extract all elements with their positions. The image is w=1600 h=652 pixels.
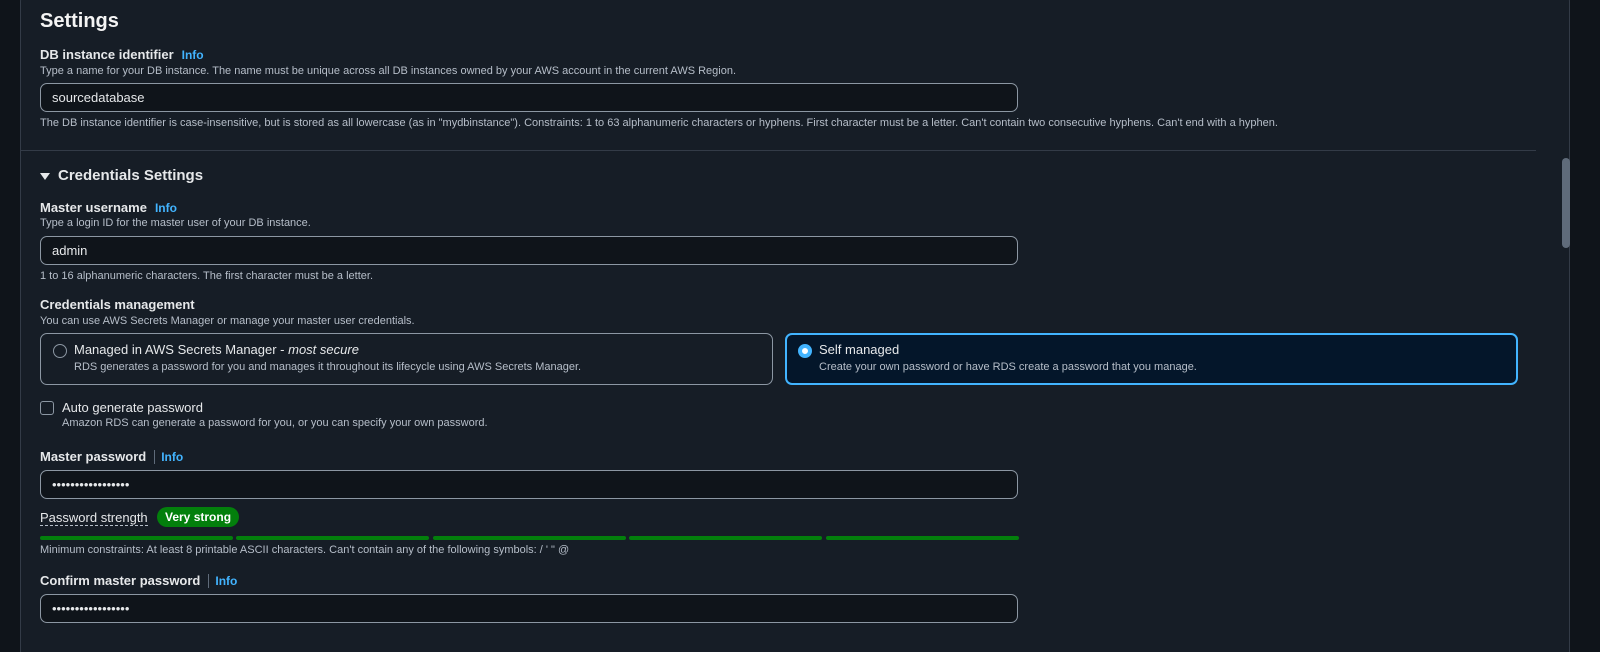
option-self-managed-description: Create your own password or have RDS cre…	[819, 361, 1197, 373]
master-username-constraint: 1 to 16 alphanumeric characters. The fir…	[40, 270, 374, 282]
auto-generate-label[interactable]: Auto generate password	[62, 400, 203, 415]
option-secrets-manager[interactable]: Managed in AWS Secrets Manager - most se…	[40, 333, 773, 385]
confirm-password-info-link[interactable]: Info	[215, 574, 237, 588]
option-secrets-manager-description: RDS generates a password for you and man…	[74, 361, 582, 373]
auto-generate-checkbox[interactable]	[40, 401, 54, 415]
db-instance-label: DB instance identifier	[40, 47, 174, 62]
radio-self-managed[interactable]	[798, 344, 812, 358]
option-self-managed[interactable]: Self managed Create your own password or…	[785, 333, 1518, 385]
credentials-management-label: Credentials management	[40, 297, 195, 312]
option-secrets-manager-title-text: Managed in AWS Secrets Manager -	[74, 342, 289, 357]
info-separator	[208, 573, 210, 588]
confirm-password-label: Confirm master password	[40, 573, 201, 588]
option-secrets-manager-emphasis: most secure	[288, 342, 359, 357]
settings-heading: Settings	[40, 10, 119, 32]
strength-segment	[40, 536, 233, 540]
master-username-label: Master username	[40, 200, 147, 215]
master-password-label: Master password	[40, 449, 147, 464]
db-instance-description: Type a name for your DB instance. The na…	[40, 65, 737, 77]
credentials-section-toggle[interactable]: Credentials Settings	[40, 167, 203, 184]
master-password-info-link[interactable]: Info	[161, 450, 183, 464]
strength-segment	[629, 536, 822, 540]
page-scrollbar[interactable]	[1562, 158, 1570, 248]
password-strength-badge: Very strong	[157, 507, 240, 527]
option-self-managed-title: Self managed	[819, 342, 900, 357]
db-instance-input[interactable]: sourcedatabase	[40, 83, 1018, 112]
db-instance-label-row: DB instance identifier Info	[40, 46, 204, 64]
page: Settings DB instance identifier Info Type…	[0, 0, 1600, 652]
db-instance-constraint: The DB instance identifier is case-insen…	[40, 117, 1278, 129]
credentials-heading: Credentials Settings	[58, 167, 204, 184]
master-username-input[interactable]: admin	[40, 236, 1018, 265]
master-username-label-row: Master username Info	[40, 199, 177, 217]
caret-down-icon	[40, 172, 50, 180]
password-strength-label[interactable]: Password strength	[40, 510, 148, 526]
password-constraint: Minimum constraints: At least 8 printabl…	[40, 544, 570, 556]
strength-segment	[236, 536, 429, 540]
confirm-password-input[interactable]: •••••••••••••••••	[40, 594, 1018, 623]
master-password-label-row: Master password Info	[40, 448, 183, 466]
option-secrets-manager-title: Managed in AWS Secrets Manager - most se…	[74, 342, 359, 357]
section-divider	[20, 150, 1536, 151]
radio-secrets-manager[interactable]	[53, 344, 67, 358]
strength-segment	[826, 536, 1019, 540]
credentials-management-description: You can use AWS Secrets Manager or manag…	[40, 315, 415, 327]
master-username-info-link[interactable]: Info	[155, 201, 177, 215]
master-username-description: Type a login ID for the master user of y…	[40, 217, 311, 229]
info-separator	[154, 449, 156, 464]
confirm-password-label-row: Confirm master password Info	[40, 572, 237, 590]
db-instance-info-link[interactable]: Info	[182, 48, 204, 62]
master-password-input[interactable]: •••••••••••••••••	[40, 470, 1018, 499]
strength-segment	[433, 536, 626, 540]
auto-generate-description: Amazon RDS can generate a password for y…	[62, 417, 488, 429]
